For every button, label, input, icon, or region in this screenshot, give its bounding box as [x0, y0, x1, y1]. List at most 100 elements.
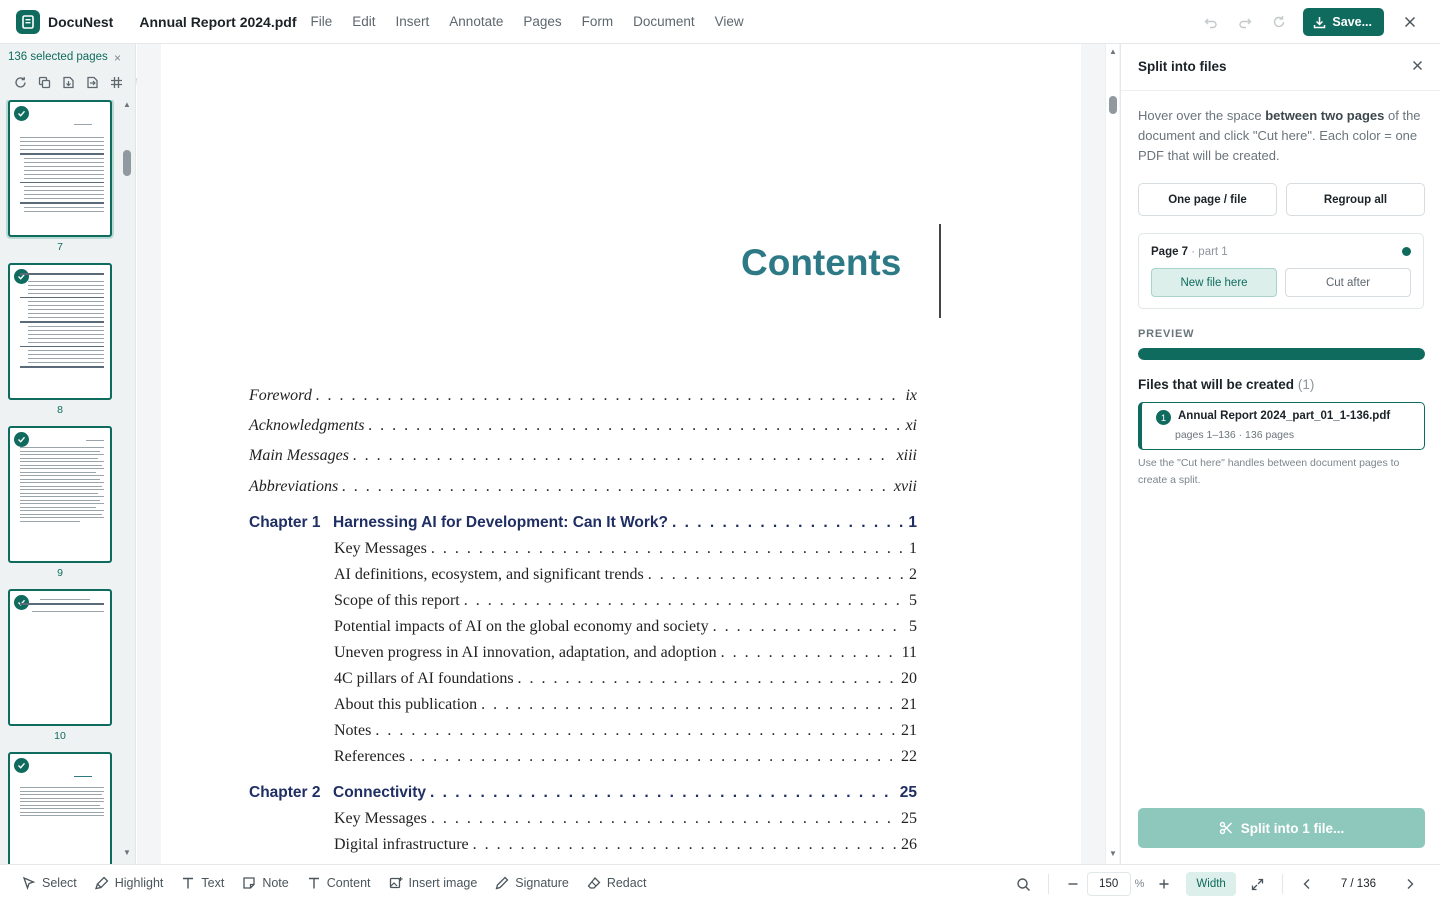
redact-tool[interactable]: Redact — [587, 876, 646, 890]
replace-icon[interactable] — [84, 74, 100, 90]
output-file-item[interactable]: 1 Annual Report 2024_part_01_1-136.pdf p… — [1138, 402, 1425, 450]
duplicate-icon[interactable] — [36, 74, 52, 90]
download-icon — [1314, 16, 1326, 28]
thumbnail-preview — [20, 440, 104, 524]
zoom-input[interactable]: 150 — [1086, 872, 1131, 896]
toc-entry-abbreviations[interactable]: Abbreviationsxvii — [249, 478, 917, 496]
cut-after-button[interactable]: Cut after — [1285, 268, 1411, 297]
toc-section[interactable]: About this publication21 — [334, 696, 917, 714]
toc-section[interactable]: Scope of this report5 — [334, 592, 917, 610]
page-card-label: Page 7 · part 1 — [1151, 246, 1228, 258]
highlight-tool[interactable]: Highlight — [94, 876, 163, 890]
scroll-up-icon[interactable]: ▲ — [1109, 47, 1117, 56]
output-file-name: Annual Report 2024_part_01_1-136.pdf — [1178, 410, 1391, 422]
toc-section[interactable]: 4C pillars of AI foundations20 — [334, 670, 917, 688]
note-tool[interactable]: Note — [242, 876, 289, 890]
menu-annotate[interactable]: Annotate — [449, 14, 503, 29]
thumbnail-preview — [20, 599, 104, 615]
document-scrollbar-handle[interactable] — [1109, 96, 1117, 114]
toc-section[interactable]: Notes21 — [334, 722, 917, 740]
menu-insert[interactable]: Insert — [396, 14, 430, 29]
toc-section[interactable]: Uneven progress in AI innovation, adapta… — [334, 644, 917, 662]
scroll-down-icon[interactable]: ▼ — [123, 848, 131, 857]
undo-icon[interactable] — [1197, 8, 1225, 36]
toc-section[interactable]: Key Messages25 — [334, 810, 917, 828]
expand-icon[interactable] — [1244, 870, 1272, 898]
split-panel: Split into files Hover over the space be… — [1120, 44, 1440, 864]
toc-section[interactable]: Digital infrastructure26 — [334, 836, 917, 854]
close-panel-icon[interactable] — [1412, 58, 1423, 76]
thumbnail-page[interactable] — [8, 752, 112, 864]
thumbnail-scrollbar-handle[interactable] — [123, 150, 131, 176]
check-icon[interactable] — [14, 758, 29, 773]
refresh-icon[interactable] — [1265, 8, 1293, 36]
menu-view[interactable]: View — [715, 14, 744, 29]
top-actions: Save... — [1191, 8, 1424, 36]
next-page-icon[interactable] — [1396, 870, 1424, 898]
thumbnail-page[interactable] — [8, 263, 112, 400]
thumbnail-toolbar — [12, 74, 156, 90]
search-icon[interactable] — [1010, 870, 1038, 898]
thumbnail-scrollbar[interactable]: ▲ ▼ — [121, 100, 133, 864]
toc-chapter-2[interactable]: Chapter 2Connectivity25 — [249, 784, 917, 802]
content-tool[interactable]: Content — [307, 876, 371, 890]
toc-chapter-1[interactable]: Chapter 1 Harnessing AI for Development: … — [249, 514, 917, 532]
redo-icon[interactable] — [1231, 8, 1259, 36]
extract-icon[interactable] — [60, 74, 76, 90]
close-window-icon[interactable] — [1396, 8, 1424, 36]
document-title[interactable]: Annual Report 2024.pdf — [139, 14, 296, 30]
page-indicator[interactable]: 7 / 136 — [1341, 878, 1376, 890]
menu-document[interactable]: Document — [633, 14, 695, 29]
toc-entry-acknowledgments[interactable]: Acknowledgmentsxi — [249, 417, 917, 435]
brand[interactable]: DocuNest — [16, 9, 114, 34]
annotation-tools: Select Highlight Text Note Content Inser… — [22, 876, 664, 890]
zoom-in-icon[interactable] — [1150, 870, 1178, 898]
scroll-down-icon[interactable]: ▼ — [1109, 849, 1117, 858]
menu-form[interactable]: Form — [582, 14, 614, 29]
file-color-dot — [1402, 247, 1411, 256]
document-viewer[interactable]: Contents Forewordix Acknowledgmentsxi Ma… — [137, 44, 1120, 864]
document-page[interactable]: Contents Forewordix Acknowledgmentsxi Ma… — [161, 44, 1081, 864]
thumbnail-list: 7 8 9 10 — [0, 100, 120, 864]
rotate-icon[interactable] — [12, 74, 28, 90]
toc-section[interactable]: References22 — [334, 748, 917, 766]
output-file-meta: pages 1–136 · 136 pages — [1175, 429, 1295, 441]
crop-grid-icon[interactable] — [108, 74, 124, 90]
zoom-out-icon[interactable] — [1059, 870, 1087, 898]
thumbnail-page[interactable] — [8, 589, 112, 726]
toc-entry-foreword[interactable]: Forewordix — [249, 387, 917, 405]
signature-tool[interactable]: Signature — [495, 876, 569, 890]
thumbnail-page-number: 7 — [57, 241, 63, 253]
insert-image-tool[interactable]: Insert image — [389, 876, 477, 890]
bottom-toolbar: Select Highlight Text Note Content Inser… — [0, 864, 1440, 900]
check-icon[interactable] — [14, 106, 29, 121]
toc-section[interactable]: Key Messages1 — [334, 540, 917, 558]
thumbnail-page-number: 8 — [57, 404, 63, 416]
document-scrollbar[interactable]: ▲ ▼ — [1105, 44, 1119, 864]
toc-section[interactable]: Potential impacts of AI on the global ec… — [334, 618, 917, 636]
previous-page-icon[interactable] — [1293, 870, 1321, 898]
clear-selection-icon[interactable]: × — [114, 51, 121, 65]
save-button[interactable]: Save... — [1303, 8, 1384, 36]
menu-pages[interactable]: Pages — [523, 14, 561, 29]
one-page-per-file-button[interactable]: One page / file — [1138, 183, 1277, 216]
toc-entry-main-messages[interactable]: Main Messagesxiii — [249, 447, 917, 465]
app-name: DocuNest — [48, 13, 114, 30]
divider — [1281, 874, 1283, 894]
thumbnail-page[interactable] — [8, 426, 112, 563]
regroup-all-button[interactable]: Regroup all — [1286, 183, 1425, 216]
toc-section[interactable]: AI definitions, ecosystem, and significa… — [334, 566, 917, 584]
menu-bar: File Edit Insert Annotate Pages Form Doc… — [311, 14, 764, 29]
highlighter-icon — [94, 876, 109, 889]
selected-pages-label: 136 selected pages — [8, 51, 108, 63]
split-files-button[interactable]: Split into 1 file... — [1138, 808, 1425, 848]
thumbnail-page[interactable] — [8, 100, 112, 237]
new-file-here-button[interactable]: New file here — [1151, 268, 1277, 297]
menu-edit[interactable]: Edit — [352, 14, 375, 29]
text-tool[interactable]: Text — [181, 876, 224, 890]
fit-width-button[interactable]: Width — [1186, 872, 1236, 896]
menu-file[interactable]: File — [311, 14, 333, 29]
select-tool[interactable]: Select — [22, 876, 77, 890]
cursor-icon — [22, 876, 36, 890]
scroll-up-icon[interactable]: ▲ — [123, 100, 131, 109]
